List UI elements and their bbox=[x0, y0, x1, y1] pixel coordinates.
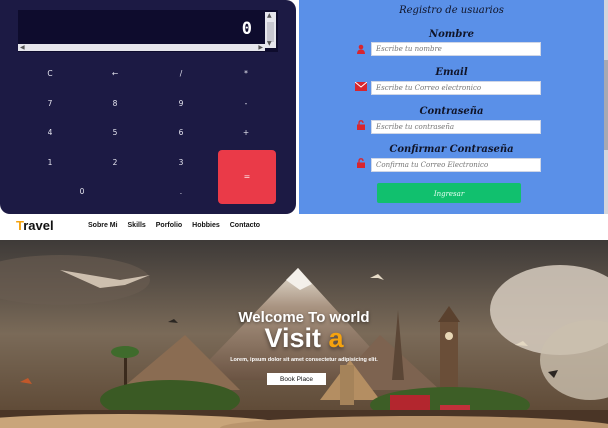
key-minus[interactable]: - bbox=[231, 97, 261, 111]
travel-navbar: Travel Sobre Mi Skills Porfolio Hobbies … bbox=[0, 214, 608, 240]
scroll-down-icon[interactable]: ▼ bbox=[267, 41, 272, 47]
hero-title-accent: a bbox=[328, 323, 344, 353]
key-0[interactable]: 0 bbox=[67, 185, 97, 199]
key-2[interactable]: 2 bbox=[100, 156, 130, 170]
brand-text: ravel bbox=[23, 218, 54, 233]
register-form: Registro de usuarios Nombre Email Contra… bbox=[299, 0, 604, 214]
password-label: Contraseña bbox=[419, 106, 484, 117]
email-input[interactable] bbox=[371, 81, 541, 95]
password-input[interactable] bbox=[371, 120, 541, 134]
form-title: Registro de usuarios bbox=[399, 5, 504, 16]
hero-section: Welcome To world Visit a Lorem, ipsum do… bbox=[0, 240, 608, 428]
lock-icon bbox=[355, 120, 367, 130]
key-8[interactable]: 8 bbox=[100, 97, 130, 111]
hero-description: Lorem, ipsum dolor sit amet consectetur … bbox=[230, 357, 378, 363]
calculator: 0 ▲ ▼ ◀ ▶ C ← / * 7 8 9 - 4 5 6 + 1 2 3 … bbox=[0, 0, 296, 214]
key-plus[interactable]: + bbox=[231, 126, 261, 140]
page-scrollbar[interactable] bbox=[604, 0, 608, 214]
key-clear[interactable]: C bbox=[35, 67, 65, 81]
envelope-icon bbox=[354, 81, 368, 92]
key-multiply[interactable]: * bbox=[231, 67, 261, 81]
user-icon bbox=[355, 44, 367, 54]
nav-link-skills[interactable]: Skills bbox=[128, 222, 146, 229]
key-equals[interactable]: = bbox=[218, 150, 276, 204]
submit-button[interactable]: Ingresar bbox=[377, 183, 521, 203]
book-place-button[interactable]: Book Place bbox=[267, 373, 326, 385]
key-5[interactable]: 5 bbox=[100, 126, 130, 140]
display-vertical-scrollbar[interactable]: ▲ ▼ bbox=[265, 12, 276, 48]
scrollbar-thumb[interactable] bbox=[604, 60, 608, 150]
confirm-password-label: Confirmar Contraseña bbox=[389, 144, 514, 155]
key-6[interactable]: 6 bbox=[166, 126, 196, 140]
scrollbar-thumb[interactable] bbox=[267, 22, 274, 42]
hero-title: Visit a bbox=[0, 323, 608, 354]
scroll-up-icon[interactable]: ▲ bbox=[267, 13, 272, 19]
scroll-right-icon[interactable]: ▶ bbox=[258, 44, 263, 51]
key-7[interactable]: 7 bbox=[35, 97, 65, 111]
name-label: Nombre bbox=[428, 29, 474, 40]
lock-icon bbox=[355, 158, 367, 168]
key-9[interactable]: 9 bbox=[166, 97, 196, 111]
email-label: Email bbox=[435, 67, 468, 78]
nav-links: Sobre Mi Skills Porfolio Hobbies Contact… bbox=[88, 222, 268, 229]
key-1[interactable]: 1 bbox=[35, 156, 65, 170]
name-input[interactable] bbox=[371, 42, 541, 56]
display-value: 0 bbox=[241, 19, 252, 39]
nav-link-hobbies[interactable]: Hobbies bbox=[192, 222, 220, 229]
nav-link-contacto[interactable]: Contacto bbox=[230, 222, 260, 229]
hero-title-main: Visit bbox=[264, 323, 329, 353]
brand-logo[interactable]: Travel bbox=[16, 218, 54, 233]
scroll-left-icon[interactable]: ◀ bbox=[20, 44, 25, 51]
key-4[interactable]: 4 bbox=[35, 126, 65, 140]
key-backspace[interactable]: ← bbox=[100, 67, 130, 81]
nav-link-porfolio[interactable]: Porfolio bbox=[156, 222, 182, 229]
display-horizontal-scrollbar[interactable]: ◀ ▶ bbox=[18, 44, 265, 51]
nav-link-sobre-mi[interactable]: Sobre Mi bbox=[88, 222, 118, 229]
key-decimal[interactable]: . bbox=[166, 185, 196, 199]
confirm-password-input[interactable] bbox=[371, 158, 541, 172]
key-3[interactable]: 3 bbox=[166, 156, 196, 170]
key-divide[interactable]: / bbox=[166, 67, 196, 81]
